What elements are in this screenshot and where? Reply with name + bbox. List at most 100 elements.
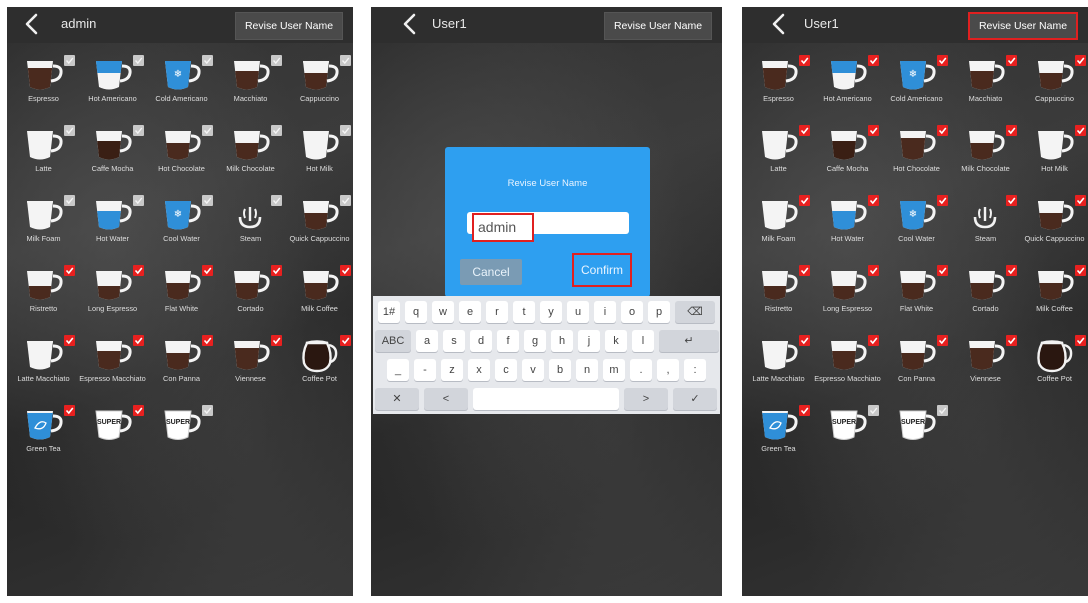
back-arrow-icon[interactable]	[19, 11, 45, 37]
checked-checkbox-icon[interactable]	[271, 263, 282, 276]
checked-checkbox-icon[interactable]	[64, 263, 75, 276]
drink-item[interactable]: Long Espresso	[813, 257, 882, 329]
drink-item[interactable]: Long Espresso	[78, 257, 147, 329]
checked-checkbox-icon[interactable]	[1075, 123, 1086, 136]
keyboard-key[interactable]: w	[432, 301, 454, 323]
drink-item[interactable]: Milk Chocolate	[216, 117, 285, 189]
revise-user-name-button[interactable]: Revise User Name	[235, 12, 343, 40]
checked-checkbox-icon[interactable]	[340, 333, 351, 346]
drink-item[interactable]: Quick Cappuccino	[285, 187, 353, 259]
keyboard-key[interactable]: s	[443, 330, 465, 352]
drink-item[interactable]: Cortado	[951, 257, 1020, 329]
drink-item[interactable]: ❄ Cool Water	[147, 187, 216, 259]
keyboard-key[interactable]: z	[441, 359, 463, 381]
keyboard-key[interactable]: o	[621, 301, 643, 323]
checked-checkbox-icon[interactable]	[937, 123, 948, 136]
user-name-input-value[interactable]: admin	[472, 213, 534, 242]
drink-item[interactable]: Coffee Pot	[285, 327, 353, 399]
keyboard-key[interactable]: i	[594, 301, 616, 323]
checked-checkbox-icon[interactable]	[868, 53, 879, 66]
drink-item[interactable]: SUPER	[78, 397, 147, 469]
keyboard-key[interactable]: m	[603, 359, 625, 381]
drink-item[interactable]: Ristretto	[744, 257, 813, 329]
checked-checkbox-icon[interactable]	[64, 403, 75, 416]
drink-item[interactable]: Hot Water	[78, 187, 147, 259]
keyboard-key[interactable]: k	[605, 330, 627, 352]
unchecked-checkbox-icon[interactable]	[202, 193, 213, 206]
drink-item[interactable]: SUPER	[882, 397, 951, 469]
unchecked-checkbox-icon[interactable]	[340, 123, 351, 136]
keyboard-key[interactable]: 1#	[378, 301, 400, 323]
drink-item[interactable]: Latte	[9, 117, 78, 189]
keyboard-key[interactable]: e	[459, 301, 481, 323]
checked-checkbox-icon[interactable]	[133, 403, 144, 416]
keyboard-key[interactable]: ,	[657, 359, 679, 381]
keyboard-key[interactable]: ↵	[659, 330, 719, 352]
checked-checkbox-icon[interactable]	[799, 123, 810, 136]
checked-checkbox-icon[interactable]	[133, 333, 144, 346]
unchecked-checkbox-icon[interactable]	[202, 403, 213, 416]
drink-item[interactable]: ❄ Cold Americano	[882, 47, 951, 119]
keyboard-key[interactable]: n	[576, 359, 598, 381]
checked-checkbox-icon[interactable]	[1006, 193, 1017, 206]
checked-checkbox-icon[interactable]	[271, 333, 282, 346]
checked-checkbox-icon[interactable]	[799, 333, 810, 346]
checked-checkbox-icon[interactable]	[937, 193, 948, 206]
checked-checkbox-icon[interactable]	[868, 263, 879, 276]
checked-checkbox-icon[interactable]	[868, 333, 879, 346]
checked-checkbox-icon[interactable]	[868, 193, 879, 206]
checked-checkbox-icon[interactable]	[1075, 193, 1086, 206]
drink-item[interactable]: Steam	[951, 187, 1020, 259]
drink-item[interactable]: Cortado	[216, 257, 285, 329]
keyboard-key[interactable]: .	[630, 359, 652, 381]
drink-item[interactable]: ❄ Cold Americano	[147, 47, 216, 119]
keyboard-key[interactable]: f	[497, 330, 519, 352]
drink-item[interactable]: Coffee Pot	[1020, 327, 1088, 399]
drink-item[interactable]: Ristretto	[9, 257, 78, 329]
space-key[interactable]	[473, 388, 619, 410]
checked-checkbox-icon[interactable]	[202, 263, 213, 276]
keyboard-key[interactable]: r	[486, 301, 508, 323]
checked-checkbox-icon[interactable]	[868, 123, 879, 136]
confirm-button[interactable]: Confirm	[572, 253, 632, 287]
unchecked-checkbox-icon[interactable]	[202, 123, 213, 136]
drink-item[interactable]: Latte Macchiato	[9, 327, 78, 399]
drink-item[interactable]: Hot Chocolate	[882, 117, 951, 189]
checked-checkbox-icon[interactable]	[937, 53, 948, 66]
checked-checkbox-icon[interactable]	[1075, 333, 1086, 346]
drink-item[interactable]: Viennese	[216, 327, 285, 399]
drink-item[interactable]: Milk Foam	[744, 187, 813, 259]
drink-item[interactable]: Con Panna	[882, 327, 951, 399]
checked-checkbox-icon[interactable]	[799, 263, 810, 276]
checked-checkbox-icon[interactable]	[937, 333, 948, 346]
drink-item[interactable]: Latte Macchiato	[744, 327, 813, 399]
drink-item[interactable]: Cappuccino	[285, 47, 353, 119]
checked-checkbox-icon[interactable]	[937, 263, 948, 276]
checked-checkbox-icon[interactable]	[799, 53, 810, 66]
keyboard-key[interactable]: y	[540, 301, 562, 323]
keyboard-key[interactable]: ⌫	[675, 301, 715, 323]
unchecked-checkbox-icon[interactable]	[271, 53, 282, 66]
keyboard-key[interactable]: h	[551, 330, 573, 352]
keyboard-key[interactable]: b	[549, 359, 571, 381]
cancel-button[interactable]: Cancel	[460, 259, 522, 285]
checked-checkbox-icon[interactable]	[1006, 263, 1017, 276]
drink-item[interactable]: Latte	[744, 117, 813, 189]
keyboard-key[interactable]: t	[513, 301, 535, 323]
keyboard-key[interactable]: p	[648, 301, 670, 323]
drink-item[interactable]: Espresso Macchiato	[78, 327, 147, 399]
keyboard-key[interactable]: l	[632, 330, 654, 352]
drink-item[interactable]: Macchiato	[951, 47, 1020, 119]
drink-item[interactable]: Flat White	[882, 257, 951, 329]
unchecked-checkbox-icon[interactable]	[937, 403, 948, 416]
revise-user-name-button[interactable]: Revise User Name	[604, 12, 712, 40]
keyboard-key[interactable]: ✕	[375, 388, 419, 410]
drink-item[interactable]: SUPER	[147, 397, 216, 469]
drink-item[interactable]: Caffe Mocha	[813, 117, 882, 189]
keyboard-key[interactable]: x	[468, 359, 490, 381]
drink-item[interactable]: Green Tea	[744, 397, 813, 469]
keyboard-key[interactable]: d	[470, 330, 492, 352]
keyboard-key[interactable]: -	[414, 359, 436, 381]
keyboard-key[interactable]: _	[387, 359, 409, 381]
drink-item[interactable]: Hot Milk	[285, 117, 353, 189]
